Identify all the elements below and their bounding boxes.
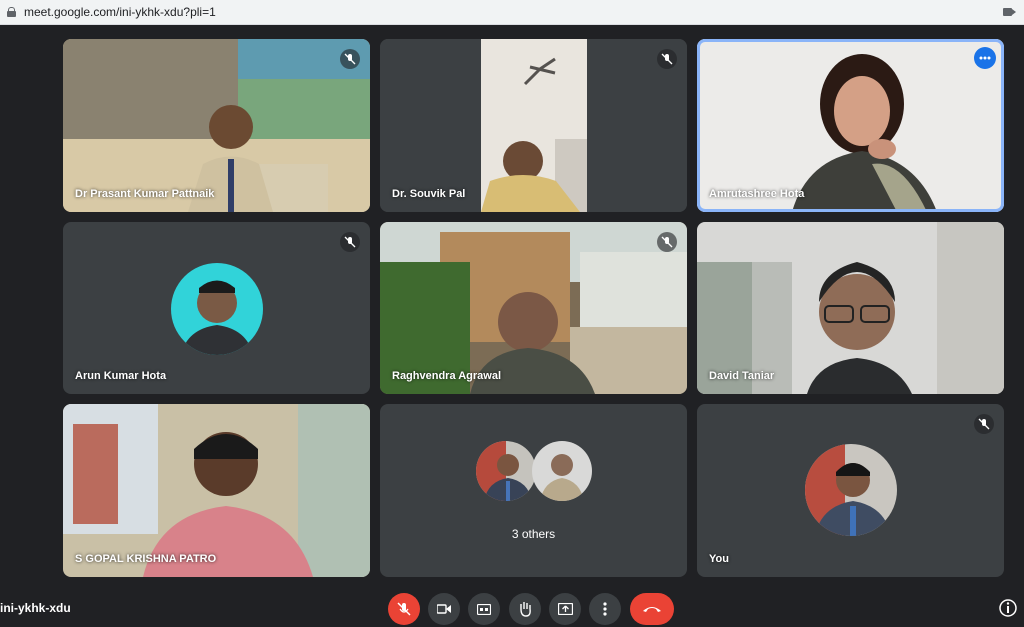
camera-permission-icon[interactable] [1003,8,1016,16]
video-feed [380,222,687,394]
participant-name: Dr Prasant Kumar Pattnaik [75,188,215,200]
participant-tile-active-speaker[interactable]: Amrutashree Hota [697,39,1004,212]
participant-name: David Taniar [709,370,775,382]
present-icon [557,603,573,615]
video-feed [697,39,1004,212]
more-options-button[interactable] [589,593,621,625]
participant-tile[interactable]: David Taniar [697,222,1004,394]
avatar [805,444,897,536]
others-tile[interactable]: 3 others [380,404,687,577]
participant-tile[interactable]: Dr. Souvik Pal [380,39,687,212]
participant-tile[interactable]: S GOPAL KRISHNA PATRO [63,404,370,577]
leave-call-button[interactable] [630,593,674,625]
video-feed [63,404,370,577]
participant-tile[interactable]: Arun Kumar Hota [63,222,370,394]
captions-icon [477,603,491,615]
participant-name: Raghvendra Agrawal [392,370,502,382]
participant-name: Dr. Souvik Pal [392,188,466,200]
muted-mic-icon [657,232,677,252]
camera-icon [437,604,451,614]
info-icon[interactable] [998,598,1018,618]
hand-icon [520,602,531,617]
video-feed [63,39,370,212]
url-text[interactable]: meet.google.com/ini-ykhk-xdu?pli=1 [24,5,216,19]
mic-off-icon [397,602,411,616]
microphone-toggle-button[interactable] [388,593,420,625]
more-vert-icon [603,602,607,616]
lock-icon [7,7,16,17]
self-tile[interactable]: You [697,404,1004,577]
present-screen-button[interactable] [549,593,581,625]
captions-button[interactable] [468,593,500,625]
video-feed [697,222,1004,394]
participant-tile[interactable]: Raghvendra Agrawal [380,222,687,394]
others-count-label: 3 others [511,527,556,541]
participant-name: Arun Kumar Hota [75,370,167,382]
camera-toggle-button[interactable] [428,593,460,625]
avatar [171,263,263,355]
participant-name: S GOPAL KRISHNA PATRO [75,553,217,565]
muted-mic-icon [340,49,360,69]
muted-mic-icon [657,49,677,69]
meeting-code: ini-ykhk-xdu [0,601,71,615]
browser-address-bar[interactable]: meet.google.com/ini-ykhk-xdu?pli=1 [0,0,1024,25]
participant-tile[interactable]: Dr Prasant Kumar Pattnaik [63,39,370,212]
participant-name: Amrutashree Hota [709,188,805,200]
more-options-button[interactable] [974,47,996,69]
end-call-icon [643,607,661,612]
video-feed [380,39,687,212]
muted-mic-icon [340,232,360,252]
avatar [476,441,536,501]
muted-mic-icon [974,414,994,434]
avatar [532,441,592,501]
participant-name: You [709,553,729,565]
raise-hand-button[interactable] [509,593,541,625]
